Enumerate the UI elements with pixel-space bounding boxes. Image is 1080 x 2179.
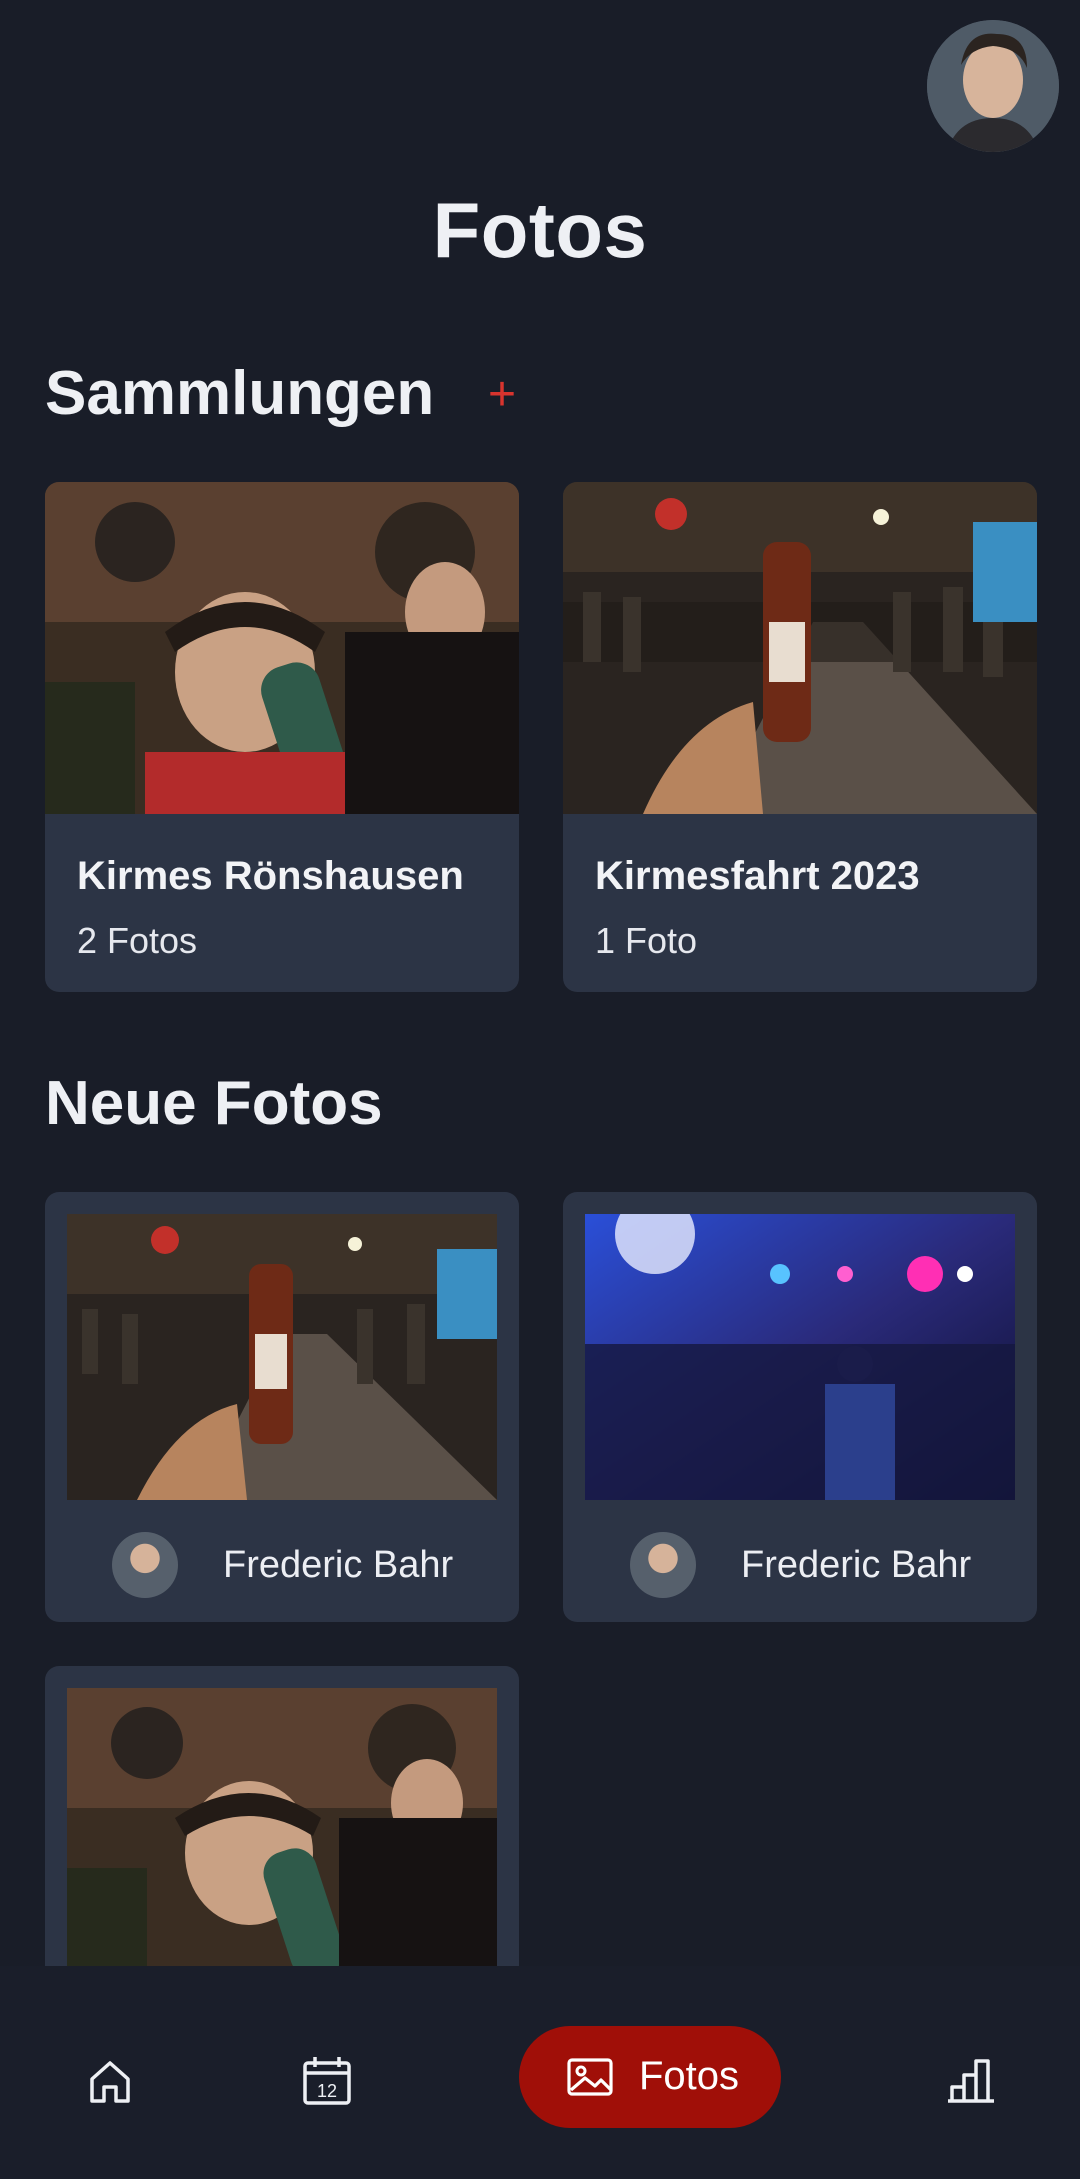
photo-card[interactable]: Frederic Bahr <box>563 1192 1037 1622</box>
photo-card[interactable] <box>45 1666 519 1986</box>
nav-fotos-label: Fotos <box>639 2054 740 2098</box>
image-icon <box>567 2058 613 2096</box>
profile-avatar[interactable] <box>927 20 1059 152</box>
photo-image <box>585 1214 1015 1500</box>
calendar-day: 12 <box>317 2081 337 2101</box>
collection-count: 1 Foto <box>595 920 698 961</box>
collection-name: Kirmesfahrt 2023 <box>595 854 920 898</box>
nav-home[interactable] <box>80 2051 140 2111</box>
collection-card[interactable]: Kirmes Rönshausen 2 Fotos <box>45 482 519 992</box>
nav-fotos[interactable]: Fotos <box>519 2026 781 2128</box>
add-collection-button[interactable]: + <box>482 370 522 420</box>
collection-thumbnail <box>563 482 1037 814</box>
author-name: Frederic Bahr <box>223 1544 454 1586</box>
author-avatar <box>112 1532 178 1598</box>
author-avatar <box>630 1532 696 1598</box>
collection-thumbnail <box>45 482 519 814</box>
page-title: Fotos <box>432 186 648 274</box>
photo-author: Frederic Bahr <box>45 1532 519 1602</box>
nav-statistics[interactable] <box>942 2051 1002 2111</box>
calendar-icon: 12 <box>303 2057 351 2105</box>
photo-author: Frederic Bahr <box>563 1532 1037 1602</box>
photo-card[interactable]: Frederic Bahr <box>45 1192 519 1622</box>
collection-card[interactable]: Kirmesfahrt 2023 1 Foto <box>563 482 1037 992</box>
photo-image <box>67 1214 497 1500</box>
plus-icon: + <box>487 368 517 421</box>
photo-image <box>67 1688 497 1974</box>
collection-name: Kirmes Rönshausen <box>77 854 464 898</box>
author-name: Frederic Bahr <box>741 1544 972 1586</box>
section-title-collections: Sammlungen <box>45 359 435 428</box>
collection-count: 2 Fotos <box>77 920 198 961</box>
home-icon <box>90 2061 130 2103</box>
nav-calendar[interactable]: 12 <box>297 2051 357 2111</box>
avatar-image <box>927 20 1059 152</box>
bottom-navigation: 12 Fotos <box>0 1966 1080 2179</box>
bar-chart-icon <box>948 2059 994 2103</box>
section-title-new-photos: Neue Fotos <box>45 1069 383 1138</box>
